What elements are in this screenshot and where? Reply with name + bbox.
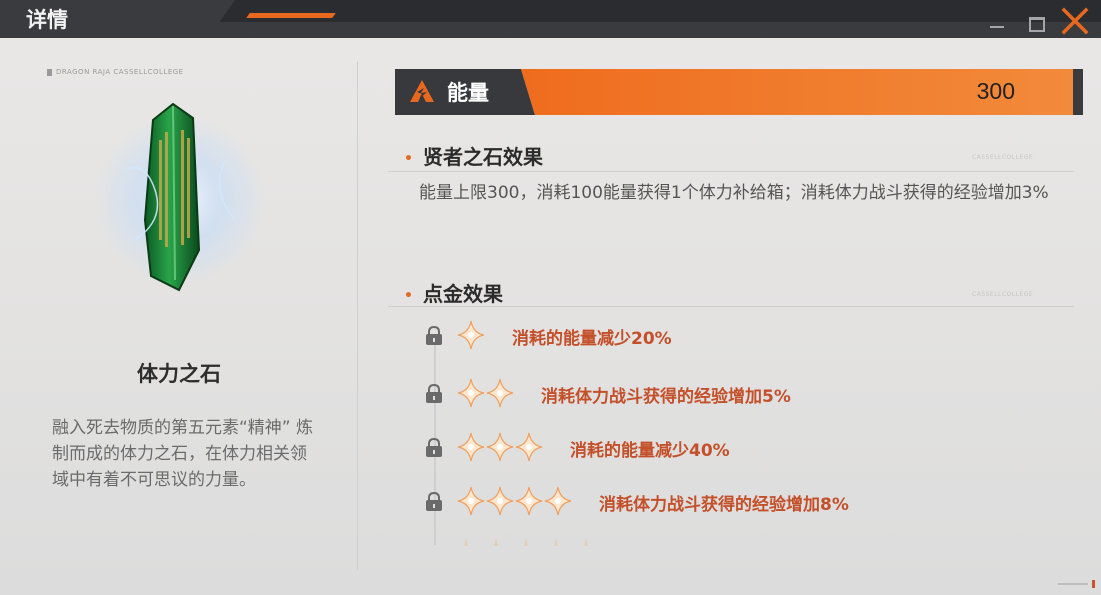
stone-effect-title-text: 贤者之石效果 <box>422 145 543 169</box>
watermark: CASSELLCOLLEGE <box>972 154 1034 161</box>
gold-effect-title-text: 点金效果 <box>422 282 503 306</box>
brand-label: DRAGON RAJA CASSELLCOLLEGE <box>47 68 184 76</box>
faded-stars-icon <box>464 538 588 546</box>
bullet-icon: • <box>404 287 413 304</box>
star-icon <box>457 378 485 408</box>
item-description: 融入死去物质的第五元素“精神” 炼制而成的体力之石，在体力相关领域中有着不可思议… <box>52 418 314 490</box>
item-panel: DRAGON RAJA CASSELLCOLLEGE 体力之石 融入死去物质的第… <box>0 38 358 595</box>
item-name: 体力之石 <box>137 362 221 386</box>
energy-value: 300 <box>976 78 1015 104</box>
minimize-icon[interactable] <box>990 26 1004 28</box>
star-icon <box>515 486 543 516</box>
star-icon <box>457 320 485 350</box>
tier-effect-text: 消耗体力战斗获得的经验增加8% <box>599 495 849 515</box>
brand-text: DRAGON RAJA CASSELLCOLLEGE <box>56 68 184 76</box>
energy-bar: 能量 300 <box>395 69 1085 115</box>
stone-effect-text: 能量上限300，消耗100能量获得1个体力补给箱；消耗体力战斗获得的经验增加3% <box>419 183 1049 203</box>
window-title: 详情 <box>26 8 68 32</box>
tier-effect-text: 消耗体力战斗获得的经验增加5% <box>541 387 791 407</box>
lock-icon <box>425 491 443 512</box>
star-icon <box>486 486 514 516</box>
panel-divider <box>357 62 358 570</box>
energy-label: 能量 <box>447 81 489 105</box>
star-icon <box>544 486 572 516</box>
star-icon <box>457 432 485 462</box>
star-icon <box>457 486 485 516</box>
brand-mark-icon <box>47 68 52 76</box>
energy-icon <box>410 80 434 102</box>
star-icon <box>515 432 543 462</box>
star-icon <box>486 432 514 462</box>
tier-effect-text: 消耗的能量减少20% <box>512 329 672 349</box>
lock-icon <box>425 325 443 346</box>
corner-logo-icon <box>1058 580 1095 588</box>
title-bar: 详情 <box>0 0 1101 38</box>
bullet-icon: • <box>404 150 413 167</box>
energy-crystal-image <box>95 102 265 292</box>
gold-effect-title: • 点金效果 <box>404 278 503 307</box>
tier-effect-text: 消耗的能量减少40% <box>570 441 730 461</box>
maximize-icon[interactable] <box>1029 17 1045 32</box>
lock-icon <box>425 437 443 458</box>
section-divider <box>388 306 1074 307</box>
section-divider <box>388 171 1074 172</box>
title-bar-decoration <box>219 0 1101 22</box>
close-icon[interactable] <box>1060 6 1090 36</box>
title-bar-accent <box>246 13 336 18</box>
energy-bar-endcap <box>1073 69 1083 115</box>
star-icon <box>486 378 514 408</box>
watermark: CASSELLCOLLEGE <box>972 291 1034 298</box>
stone-effect-title: • 贤者之石效果 <box>404 141 543 170</box>
lock-icon <box>425 383 443 404</box>
